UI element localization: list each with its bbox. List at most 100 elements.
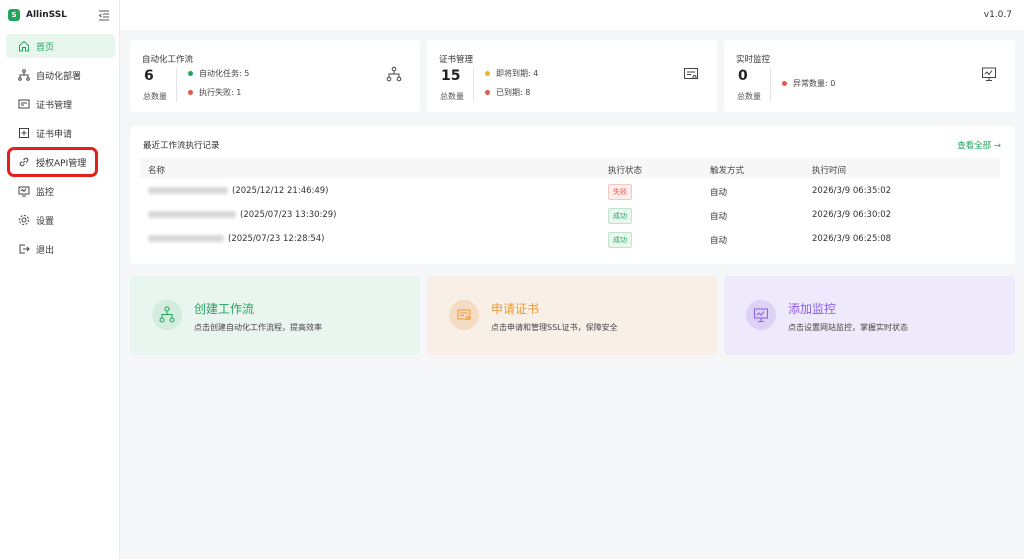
- quick-apply-cert-card[interactable]: 申请证书 点击申请和管理SSL证书，保障安全: [427, 276, 717, 355]
- quick-add-monitor-card[interactable]: 添加监控 点击设置网站监控，掌握实时状态: [724, 276, 1015, 355]
- sidebar-item-label: 监控: [36, 187, 55, 198]
- stat-sub: 总数量: [440, 92, 464, 101]
- dot-green: [188, 71, 193, 76]
- sidebar-item-label: 授权API管理: [36, 158, 87, 169]
- workflow-icon: [18, 69, 30, 81]
- brand-name: AllinSSL: [26, 10, 67, 20]
- stat-sub: 总数量: [737, 92, 761, 101]
- sidebar-item-settings[interactable]: 设置: [6, 208, 115, 232]
- divider: [770, 68, 771, 102]
- row-trigger: 自动: [710, 188, 728, 198]
- stat-count: 15: [441, 68, 461, 84]
- row-time: 2026/3/9 06:30:02: [812, 210, 892, 220]
- table-header: 名称 执行状态 触发方式 执行时间: [140, 158, 1000, 178]
- quick-card-desc: 点击设置网站监控，掌握实时状态: [788, 323, 908, 332]
- certificate-icon: [18, 99, 30, 109]
- row-trigger: 自动: [710, 212, 728, 222]
- dot-red: [782, 81, 787, 86]
- stat-count: 0: [738, 68, 748, 84]
- dot-red: [188, 90, 193, 95]
- row-name-time: (2025/07/23 12:28:54): [228, 234, 325, 244]
- stat-line-abnormal: 异常数量: 0: [782, 78, 835, 89]
- stat-line-failed: 执行失败: 1: [188, 87, 241, 98]
- table-row[interactable]: (2025/07/23 12:28:54) 成功 自动 2026/3/9 06:…: [140, 228, 1000, 250]
- column-header: 执行状态: [608, 166, 643, 176]
- column-header: 执行时间: [812, 166, 847, 176]
- gear-icon: [19, 215, 29, 225]
- divider: [473, 68, 474, 102]
- quick-create-workflow-card[interactable]: 创建工作流 点击创建自动化工作流程，提高效率: [130, 276, 420, 355]
- monitor-icon: [982, 67, 996, 81]
- sidebar-item-cert-manage[interactable]: 证书管理: [6, 92, 115, 116]
- row-time: 2026/3/9 06:25:08: [812, 234, 892, 244]
- sidebar-item-label: 设置: [36, 216, 55, 227]
- recent-records-panel: 最近工作流执行记录 查看全部 → 名称 执行状态 触发方式 执行时间 (2025…: [130, 126, 1015, 264]
- row-name-time: (2025/07/23 13:30:29): [240, 210, 337, 220]
- stat-title: 实时监控: [736, 55, 771, 65]
- column-header: 名称: [148, 166, 166, 176]
- row-name-time: (2025/12/12 21:46:49): [232, 186, 329, 196]
- stat-title: 证书管理: [439, 55, 474, 65]
- logout-icon: [19, 244, 30, 254]
- sidebar-item-monitor[interactable]: 监控: [6, 179, 115, 203]
- certificate-icon: [684, 68, 698, 79]
- sidebar-item-home[interactable]: 首页: [6, 34, 115, 58]
- stat-line-text: 已到期: 8: [496, 88, 531, 97]
- sidebar-item-cert-apply[interactable]: 证书申请: [6, 121, 115, 145]
- dot-red: [485, 90, 490, 95]
- sidebar-item-label: 自动化部署: [36, 71, 82, 82]
- sidebar-item-label: 证书管理: [36, 100, 73, 111]
- sidebar-item-label: 退出: [36, 245, 55, 256]
- home-icon: [19, 40, 29, 52]
- link-icon: [19, 157, 29, 167]
- row-name: (2025/07/23 13:30:29): [148, 210, 337, 220]
- brand-logo: S: [8, 9, 20, 21]
- row-name: (2025/07/23 12:28:54): [148, 234, 325, 244]
- quick-card-desc: 点击申请和管理SSL证书，保障安全: [491, 323, 618, 332]
- stat-sub: 总数量: [143, 92, 167, 101]
- stat-card-monitor[interactable]: 实时监控 0 总数量 异常数量: 0: [724, 40, 1015, 112]
- stat-line-expiring: 即将到期: 4: [485, 68, 538, 79]
- stat-line-text: 执行失败: 1: [199, 88, 242, 97]
- row-name: (2025/12/12 21:46:49): [148, 186, 329, 196]
- status-badge: 成功: [608, 208, 632, 224]
- redacted-name: [148, 211, 236, 218]
- sidebar-item-label: 首页: [36, 42, 55, 53]
- row-time: 2026/3/9 06:35:02: [812, 186, 892, 196]
- row-trigger: 自动: [710, 236, 728, 246]
- sidebar-nav: 首页 自动化部署 证书管理 证书申请 授权API管理 监控 设置 退出: [6, 34, 115, 266]
- stat-title: 自动化工作流: [142, 55, 194, 65]
- quick-card-title: 申请证书: [491, 302, 540, 316]
- monitor-icon: [18, 186, 30, 197]
- sidebar-item-api-auth[interactable]: 授权API管理: [7, 147, 98, 177]
- sidebar-item-logout[interactable]: 退出: [6, 237, 115, 261]
- quick-card-desc: 点击创建自动化工作流程，提高效率: [194, 323, 322, 332]
- brand[interactable]: S AllinSSL: [8, 8, 67, 22]
- column-header: 触发方式: [710, 166, 745, 176]
- collapse-menu-icon[interactable]: [98, 9, 110, 21]
- table-row[interactable]: (2025/12/12 21:46:49) 失败 自动 2026/3/9 06:…: [140, 180, 1000, 202]
- status-badge: 失败: [608, 184, 632, 200]
- divider: [176, 68, 177, 102]
- stat-line-expired: 已到期: 8: [485, 87, 530, 98]
- panel-title: 最近工作流执行记录: [143, 141, 220, 151]
- redacted-name: [148, 235, 224, 242]
- workflow-icon: [386, 66, 402, 82]
- redacted-name: [148, 187, 228, 194]
- certificate-icon: [449, 300, 479, 330]
- top-bar: v1.0.7: [120, 0, 1024, 30]
- stat-line-text: 自动化任务: 5: [199, 69, 250, 78]
- table-row[interactable]: (2025/07/23 13:30:29) 成功 自动 2026/3/9 06:…: [140, 204, 1000, 226]
- view-all-link[interactable]: 查看全部 →: [957, 139, 1001, 151]
- stat-card-cert[interactable]: 证书管理 15 总数量 即将到期: 4 已到期: 8: [427, 40, 717, 112]
- stat-card-workflow[interactable]: 自动化工作流 6 总数量 自动化任务: 5 执行失败: 1: [130, 40, 420, 112]
- sidebar-item-auto-deploy[interactable]: 自动化部署: [6, 63, 115, 87]
- monitor-icon: [746, 300, 776, 330]
- workflow-icon: [152, 300, 182, 330]
- quick-card-title: 添加监控: [788, 302, 837, 316]
- plus-box-icon: [19, 128, 29, 138]
- stat-count: 6: [144, 68, 154, 84]
- version-label: v1.0.7: [983, 10, 1012, 20]
- stat-line-tasks: 自动化任务: 5: [188, 68, 249, 79]
- status-badge: 成功: [608, 232, 632, 248]
